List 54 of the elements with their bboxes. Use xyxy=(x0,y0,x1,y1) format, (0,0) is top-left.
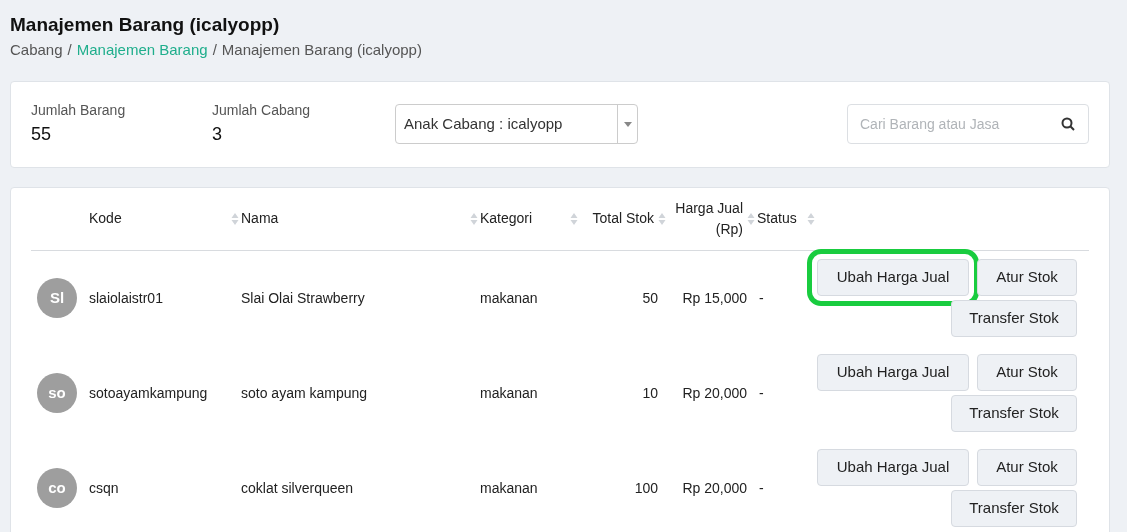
breadcrumb-item: Manajemen Barang (icalyopp) xyxy=(221,40,422,60)
page-title: Manajemen Barang (icalyopp) xyxy=(10,13,281,37)
table-cell: Rp 20,000 xyxy=(682,479,747,496)
table-cell: Rp 20,000 xyxy=(682,384,747,401)
column-header[interactable]: Nama xyxy=(241,208,279,229)
table-cell: soto ayam kampung xyxy=(241,384,368,401)
table-cell: makanan xyxy=(480,384,538,401)
column-header[interactable]: Kategori xyxy=(480,208,533,229)
search-field[interactable]: Cari Barang atau Jasa xyxy=(847,104,1089,144)
table-cell: makanan xyxy=(480,479,538,496)
column-header[interactable]: Total Stok xyxy=(592,208,654,229)
column-header[interactable]: Kode xyxy=(89,208,122,229)
stat-value: 55 xyxy=(31,123,53,146)
table-cell: csqn xyxy=(89,479,119,496)
table-cell: sotoayamkampung xyxy=(89,384,208,401)
action-button[interactable]: Atur Stok xyxy=(977,354,1077,391)
action-button[interactable]: Atur Stok xyxy=(977,259,1077,296)
table-cell: 100 xyxy=(634,479,658,496)
table-cell: makanan xyxy=(480,289,538,306)
action-button[interactable]: Transfer Stok xyxy=(951,395,1077,432)
breadcrumb-item: Cabang xyxy=(10,40,63,60)
avatar: so xyxy=(37,373,77,413)
column-header[interactable]: Harga Jual (Rp) xyxy=(668,197,743,240)
stat-label: Jumlah Barang xyxy=(31,101,127,120)
action-button[interactable]: Transfer Stok xyxy=(951,300,1077,337)
sort-icon xyxy=(570,211,578,226)
caret-icon xyxy=(623,121,632,127)
table-cell: Slai Olai Strawberry xyxy=(241,289,365,306)
sort-icon xyxy=(807,211,815,226)
column-header[interactable]: Status xyxy=(757,208,797,229)
stat-label: Jumlah Cabang xyxy=(212,101,312,120)
table-cell: - xyxy=(759,479,764,496)
breadcrumb-separator: / xyxy=(67,40,72,60)
action-button[interactable]: Ubah Harga Jual xyxy=(817,449,969,486)
action-button[interactable]: Ubah Harga Jual xyxy=(817,354,969,391)
table-cell: Rp 15,000 xyxy=(682,289,747,306)
breadcrumb-separator: / xyxy=(212,40,217,60)
action-button[interactable]: Atur Stok xyxy=(977,449,1077,486)
action-button[interactable]: Transfer Stok xyxy=(951,490,1077,527)
sort-icon xyxy=(470,211,478,226)
table-cell: 10 xyxy=(642,384,658,401)
table-cell: - xyxy=(759,289,764,306)
branch-select[interactable]: Anak Cabang : icalyopp xyxy=(395,104,638,144)
table-cell: 50 xyxy=(642,289,658,306)
sort-icon xyxy=(658,211,666,226)
sort-icon xyxy=(747,211,755,226)
sort-icon xyxy=(231,211,239,226)
table-cell: slaiolaistr01 xyxy=(89,289,163,306)
search-icon xyxy=(1061,117,1075,131)
avatar: Sl xyxy=(37,278,77,318)
avatar: co xyxy=(37,468,77,508)
table-cell: - xyxy=(759,384,764,401)
table-cell: coklat silverqueen xyxy=(241,479,354,496)
stat-value: 3 xyxy=(212,123,223,146)
